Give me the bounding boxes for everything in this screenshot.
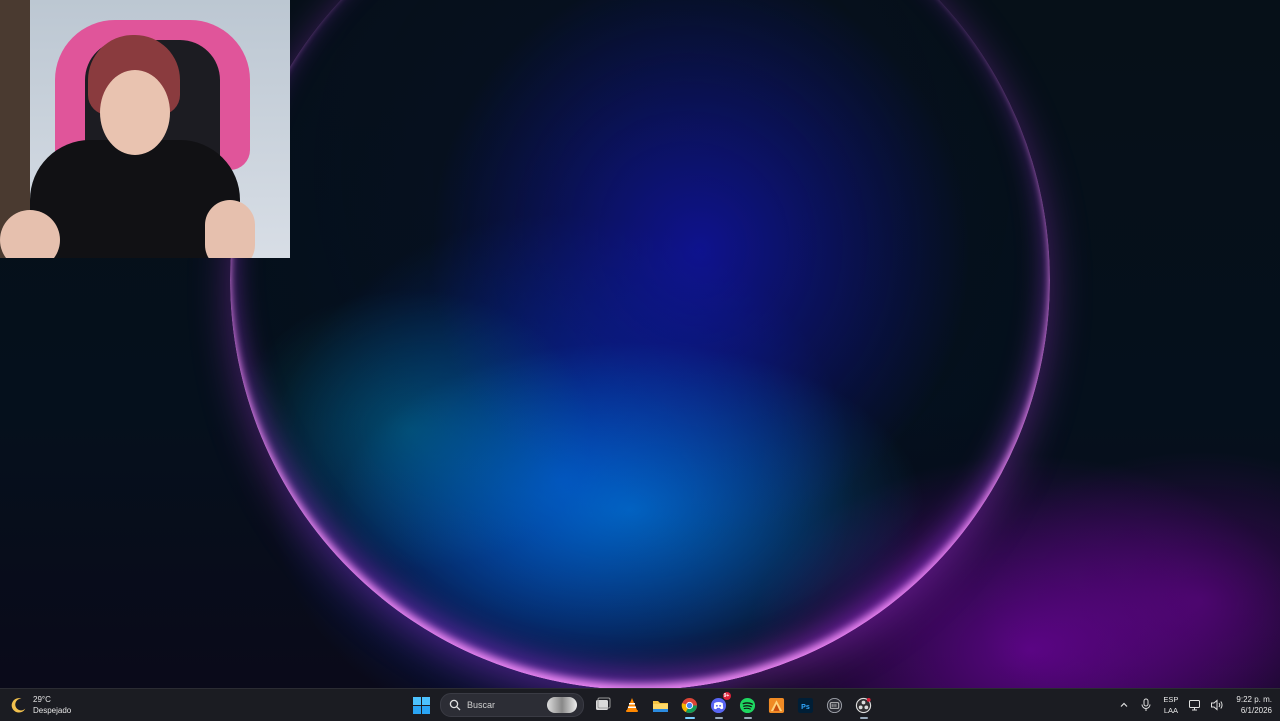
network-monitor-icon [1189,700,1201,711]
network-button[interactable] [1187,697,1203,713]
running-indicator [859,717,868,719]
clock-time: 9:22 p. m. [1236,695,1272,704]
photoshop-icon: Ps [797,697,814,713]
taskbar-app-vlc[interactable] [619,692,645,718]
ssd-icon [826,697,843,713]
taskbar-center: Buscar 9+ Ps [407,692,878,719]
running-indicator [714,717,723,719]
discord-notification-badge: 9+ [722,692,731,700]
taskbar-app-spotify[interactable] [735,692,761,719]
weather-widget[interactable]: 29°C Despejado [10,693,71,717]
wallpaper-bloom-orb [230,0,1050,688]
folder-icon [653,700,668,712]
webcam-person-face [100,70,170,155]
taskbar-app-photoshop[interactable]: Ps [793,692,819,718]
search-highlight-icon [547,697,577,713]
spotify-icon [739,697,756,713]
speaker-icon [1211,699,1223,711]
webcam-overlay [0,0,290,258]
vlc-cone-icon [625,698,638,712]
keyboard-layout: LAA [1163,706,1178,715]
microphone-button[interactable] [1138,697,1154,713]
start-button[interactable] [409,692,435,718]
system-tray: ESP LAA 9:22 p. m. 6/1/2026 [1113,693,1272,717]
webcam-person-arm-right [205,200,255,258]
search-box[interactable]: Buscar [440,693,584,717]
language-indicator[interactable]: ESP LAA [1163,694,1178,716]
active-indicator [684,717,695,719]
language-code: ESP [1163,695,1179,704]
clock-date: 6/1/2026 [1240,706,1272,715]
windows-logo-icon [413,696,430,714]
photoshop-label: Ps [801,702,810,710]
volume-button[interactable] [1209,697,1225,713]
moon-icon [11,698,26,713]
search-placeholder: Buscar [467,700,496,710]
task-view-button[interactable] [590,692,616,718]
clock[interactable]: 9:22 p. m. 6/1/2026 [1236,694,1272,716]
task-view-icon [595,697,610,710]
taskbar-app-affinity[interactable] [764,692,790,718]
taskbar-app-file-explorer[interactable] [648,692,674,718]
taskbar: 29°C Despejado Buscar 9+ Ps ESP LAA 9:22… [0,688,1280,721]
running-indicator [743,717,752,719]
taskbar-app-discord[interactable]: 9+ [706,692,732,719]
obs-icon [855,697,872,713]
taskbar-app-ssd-tool[interactable] [822,692,848,718]
chevron-up-icon [1120,702,1128,707]
taskbar-app-obs[interactable] [851,692,877,719]
weather-temperature: 29°C [33,695,51,704]
affinity-icon [768,697,785,713]
weather-condition: Despejado [33,706,72,715]
search-icon [449,699,461,711]
microphone-icon [1141,698,1151,711]
taskbar-app-chrome[interactable] [677,692,703,719]
show-hidden-icons-button[interactable] [1116,697,1132,713]
chrome-icon [681,697,698,713]
